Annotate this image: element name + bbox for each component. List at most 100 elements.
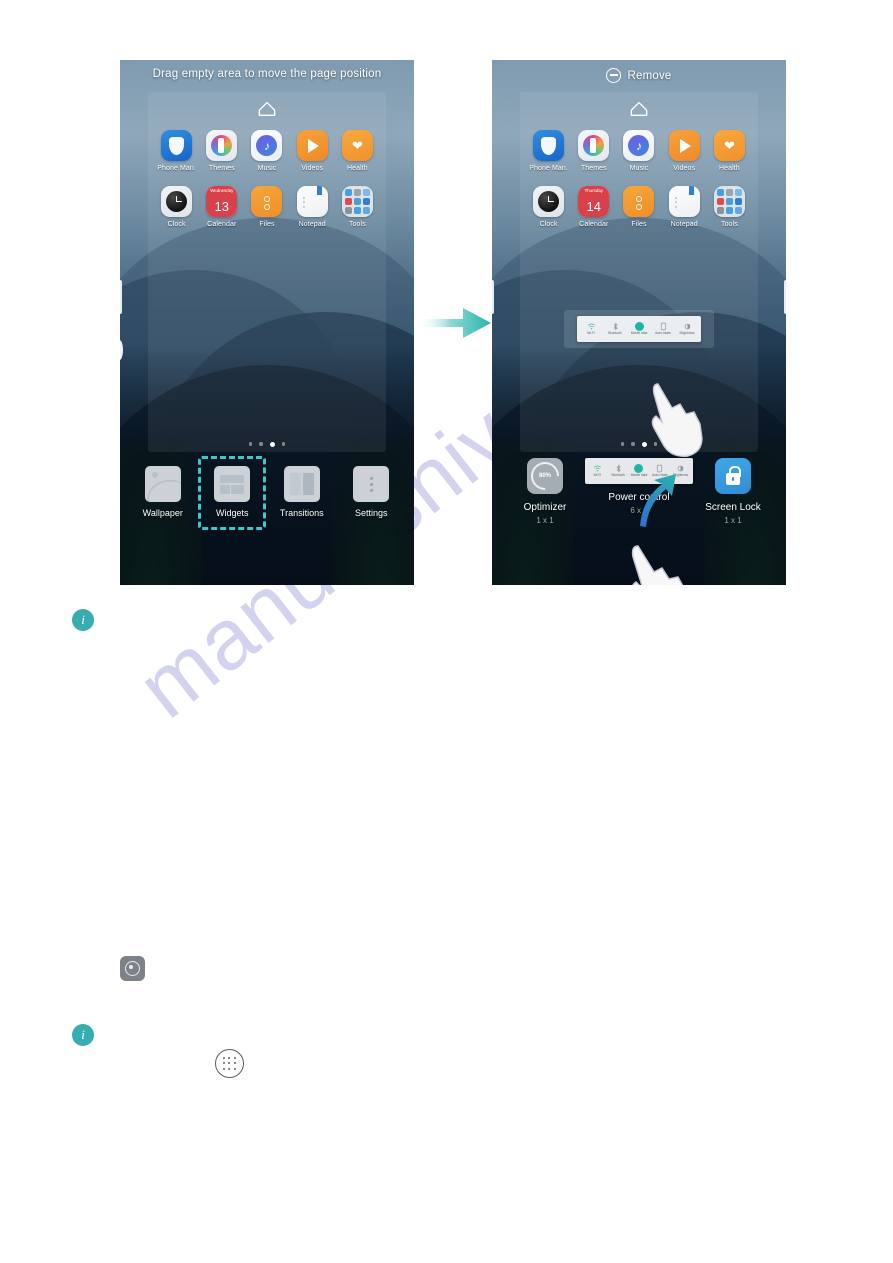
home-icon xyxy=(630,101,648,116)
toggle-bluetooth[interactable]: Bluetooth xyxy=(606,322,625,336)
tools-folder-icon xyxy=(713,186,745,217)
toolbar-item-widgets[interactable]: Widgets xyxy=(198,456,267,530)
app-drawer-icon xyxy=(215,1049,244,1078)
page-dot-active[interactable] xyxy=(269,442,275,447)
page-dot[interactable] xyxy=(281,442,286,446)
app-icon-health[interactable]: ❤ Health xyxy=(707,130,752,172)
dragged-widget-preview[interactable]: Wi-Fi Bluetooth Mobile data Auto-rotate … xyxy=(564,310,714,348)
app-icon-themes[interactable]: Themes xyxy=(571,130,616,172)
page-dot[interactable] xyxy=(653,442,658,446)
calendar-icon: Thursday 14 xyxy=(578,186,610,217)
app-icon-phone-manager[interactable]: Phone Man. xyxy=(526,130,571,172)
widget-option-optimizer[interactable]: 80% Optimizer 1 x 1 xyxy=(501,456,589,525)
transitions-icon xyxy=(283,466,320,502)
app-label: Notepad xyxy=(298,221,326,228)
files-icon xyxy=(251,186,283,217)
toggle-mobile-data[interactable]: Mobile data xyxy=(630,322,649,336)
app-label: Music xyxy=(257,165,277,172)
gear-icon xyxy=(125,961,140,976)
app-icon-files[interactable]: Files xyxy=(616,186,661,228)
themes-icon xyxy=(578,130,610,161)
toolbar-label: Settings xyxy=(354,508,388,518)
page-dot[interactable] xyxy=(248,442,253,446)
widget-name: Optimizer xyxy=(523,502,567,513)
toggle-auto-rotate[interactable]: Auto-rotate xyxy=(654,322,673,336)
settings-icon xyxy=(353,466,390,502)
left-phone-header: Drag empty area to move the page positio… xyxy=(120,68,414,80)
data-icon xyxy=(634,322,644,332)
wifi-icon xyxy=(587,323,595,330)
clock-icon xyxy=(161,186,193,217)
page-dot[interactable] xyxy=(620,442,625,446)
toggle-label: Bluetooth xyxy=(608,331,622,336)
toolbar-item-transitions[interactable]: Transitions xyxy=(271,460,333,524)
app-icon-videos[interactable]: Videos xyxy=(290,130,335,172)
app-folder-tools[interactable]: Tools xyxy=(707,186,752,228)
page-dot[interactable] xyxy=(259,442,263,446)
volume-button[interactable] xyxy=(492,280,494,314)
brightness-icon xyxy=(684,323,690,330)
calendar-weekday: Thursday xyxy=(578,186,610,195)
app-icon-calendar[interactable]: Thursday 14 Calendar xyxy=(571,186,616,228)
page-indicator-dots[interactable] xyxy=(492,442,786,447)
wifi-icon xyxy=(593,465,602,472)
toggle-wifi[interactable]: Wi-Fi xyxy=(582,322,601,336)
app-grid-row1: Phone Man. Themes ♪ Music Videos ❤ Healt… xyxy=(526,130,752,228)
music-icon: ♪ xyxy=(623,130,655,161)
app-folder-tools[interactable]: Tools xyxy=(335,186,380,228)
app-icon-music[interactable]: ♪ Music xyxy=(616,130,661,172)
page-dot[interactable] xyxy=(631,442,635,446)
app-icon-clock[interactable]: Clock xyxy=(154,186,199,228)
app-icon-notepad[interactable]: Notepad xyxy=(662,186,707,228)
toggle-brightness[interactable]: Brightness xyxy=(678,322,697,336)
widget-name: Screen Lock xyxy=(705,502,761,513)
volume-button[interactable] xyxy=(120,280,122,314)
arrow-right-icon xyxy=(417,308,491,338)
home-edit-toolbar: Wallpaper Widgets Transitions Settings xyxy=(120,456,414,530)
toolbar-label: Widgets xyxy=(215,508,249,518)
page-indicator-dots[interactable] xyxy=(120,442,414,447)
toggle-label: Brightness xyxy=(679,331,695,336)
app-label: Health xyxy=(346,165,368,172)
power-control-widget[interactable]: Wi-Fi Bluetooth Mobile data Auto-rotate … xyxy=(577,316,701,342)
notepad-icon xyxy=(668,186,700,217)
remove-label: Remove xyxy=(627,69,672,82)
optimizer-badge: 80% xyxy=(538,473,552,480)
app-icon-themes[interactable]: Themes xyxy=(199,130,244,172)
edit-hint-label: Drag empty area to move the page positio… xyxy=(152,68,382,80)
app-icon-phone-manager[interactable]: Phone Man. xyxy=(154,130,199,172)
home-page-preview[interactable]: Phone Man. Themes ♪ Music Videos ❤ Healt… xyxy=(148,92,386,452)
app-icon-calendar[interactable]: Wednesday 13 Calendar xyxy=(199,186,244,228)
app-label: Files xyxy=(259,221,275,228)
widget-size: 1 x 1 xyxy=(724,516,742,525)
app-label: Videos xyxy=(301,165,324,172)
widgets-icon xyxy=(214,466,251,502)
app-icon-music[interactable]: ♪ Music xyxy=(244,130,289,172)
toggle-label: Auto-rotate xyxy=(655,331,671,336)
app-icon-notepad[interactable]: Notepad xyxy=(290,186,335,228)
optimizer-icon: 80% xyxy=(525,456,565,496)
right-phone-screenshot: Remove Phone Man. Themes ♪ Music Videos … xyxy=(492,60,786,585)
toolbar-item-settings[interactable]: Settings xyxy=(340,460,402,524)
page-dot-active[interactable] xyxy=(641,442,647,447)
widget-option-screen-lock[interactable]: Screen Lock 1 x 1 xyxy=(689,458,777,525)
notepad-icon xyxy=(296,186,328,217)
app-label: Music xyxy=(629,165,649,172)
app-icon-videos[interactable]: Videos xyxy=(662,130,707,172)
toggle-label: Wi-Fi xyxy=(593,473,602,478)
calendar-icon: Wednesday 13 xyxy=(206,186,238,217)
home-page-preview[interactable]: Phone Man. Themes ♪ Music Videos ❤ Healt… xyxy=(520,92,758,452)
power-button[interactable] xyxy=(784,280,786,314)
minus-circle-icon[interactable] xyxy=(606,68,622,83)
calendar-day: 14 xyxy=(578,195,610,217)
app-icon-clock[interactable]: Clock xyxy=(526,186,571,228)
app-label: Phone Man. xyxy=(529,165,568,172)
app-label: Videos xyxy=(673,165,696,172)
app-icon-health[interactable]: ❤ Health xyxy=(335,130,380,172)
app-icon-files[interactable]: Files xyxy=(244,186,289,228)
tools-folder-icon xyxy=(341,186,373,217)
toolbar-item-wallpaper[interactable]: Wallpaper xyxy=(132,460,194,524)
phone-manager-icon xyxy=(161,130,193,161)
app-grid-row1: Phone Man. Themes ♪ Music Videos ❤ Healt… xyxy=(154,130,380,228)
files-icon xyxy=(623,186,655,217)
